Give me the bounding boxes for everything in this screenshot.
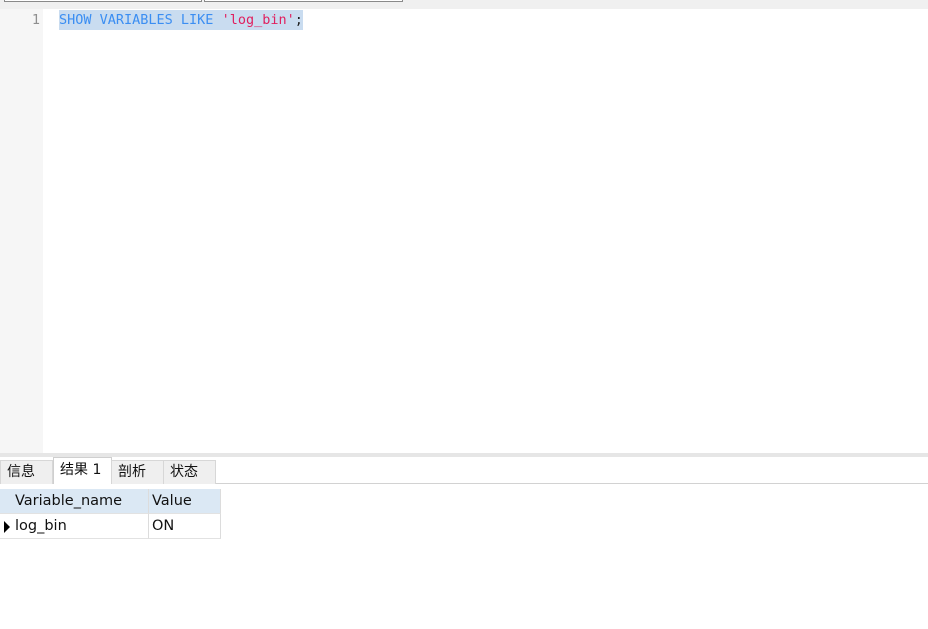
navicat-query-window: 1 SHOW VARIABLES LIKE 'log_bin'; 信息 结果 1…	[0, 0, 928, 629]
column-header-variable-name[interactable]: Variable_name	[12, 489, 149, 514]
toolbar-button[interactable]	[4, 0, 202, 2]
tab-result-1[interactable]: 结果 1	[53, 457, 112, 484]
toolbar-strip	[0, 0, 928, 9]
sql-string-literal: 'log_bin'	[221, 12, 295, 28]
column-header-value[interactable]: Value	[149, 489, 221, 514]
tab-status[interactable]: 状态	[163, 460, 216, 484]
row-indicator-header	[0, 489, 12, 514]
tab-info[interactable]: 信息	[0, 460, 53, 484]
sql-keyword: SHOW VARIABLES LIKE	[59, 12, 214, 28]
sql-editor[interactable]: 1 SHOW VARIABLES LIKE 'log_bin';	[0, 9, 928, 453]
result-tab-bar: 信息 结果 1 剖析 状态	[0, 457, 928, 484]
triangle-right-icon	[4, 521, 10, 533]
row-indicator	[0, 514, 12, 539]
line-number: 1	[31, 12, 40, 28]
line-number-gutter: 1	[0, 9, 43, 453]
table-row[interactable]: log_bin ON	[0, 514, 221, 539]
grid-header-row: Variable_name Value	[0, 489, 221, 514]
code-line-selected[interactable]: SHOW VARIABLES LIKE 'log_bin';	[59, 10, 303, 30]
result-grid: Variable_name Value log_bin ON	[0, 489, 221, 539]
toolbar-button[interactable]	[204, 0, 403, 2]
cell-value[interactable]: ON	[149, 514, 221, 539]
sql-terminator: ;	[294, 12, 303, 28]
tab-profile[interactable]: 剖析	[111, 460, 164, 484]
cell-variable-name[interactable]: log_bin	[12, 514, 149, 539]
